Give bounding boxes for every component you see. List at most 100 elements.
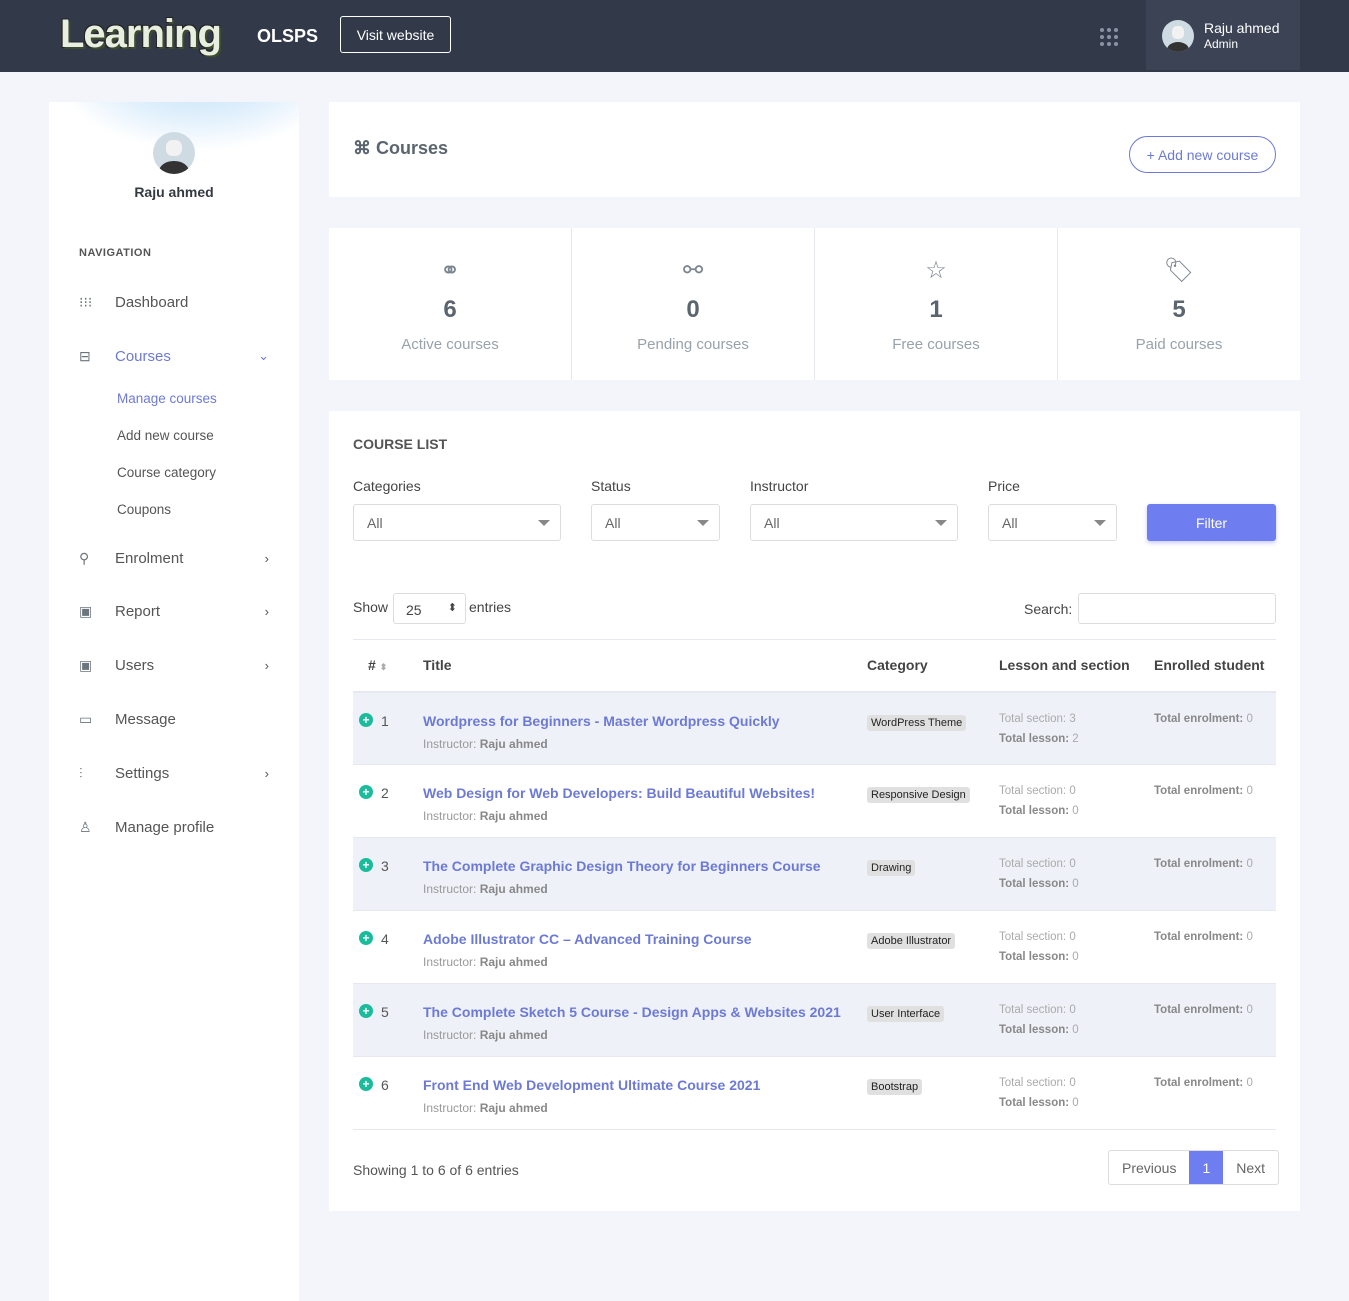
add-new-course-button[interactable]: + Add new course bbox=[1129, 136, 1276, 173]
sidebar-item-manage-profile[interactable]: ♙ Manage profile bbox=[79, 815, 269, 839]
row-number: 4 bbox=[381, 931, 389, 947]
table-row: +1 Wordpress for Beginners - Master Word… bbox=[353, 691, 1276, 765]
table-info: Showing 1 to 6 of 6 entries bbox=[353, 1162, 519, 1178]
lesson-count: Total lesson: 0 bbox=[999, 878, 1079, 890]
sidebar-item-message[interactable]: ▭ Message bbox=[79, 707, 269, 731]
sidebar-item-label: Courses bbox=[115, 347, 171, 365]
instructor: Instructor: Raju ahmed bbox=[423, 955, 548, 969]
sidebar-item-label: Report bbox=[115, 602, 161, 620]
course-list-card: COURSE LIST Categories All Status All Instru… bbox=[329, 411, 1300, 1211]
course-title-link[interactable]: The Complete Sketch 5 Course - Design Ap… bbox=[423, 1004, 867, 1020]
col-enrolled[interactable]: Enrolled student bbox=[1154, 639, 1276, 693]
expand-row-icon[interactable]: + bbox=[359, 1004, 373, 1018]
sidebar-item-label: Enrolment bbox=[115, 549, 184, 567]
logo[interactable]: Learning bbox=[60, 12, 222, 57]
stat-icon: ⚯ bbox=[682, 257, 704, 284]
sidebar-item-courses[interactable]: ⊟ Courses ⌄ bbox=[79, 344, 269, 368]
instructor: Instructor: Raju ahmed bbox=[423, 736, 548, 751]
filter-select[interactable]: All bbox=[750, 504, 958, 541]
lesson-count: Total lesson: 2 bbox=[999, 732, 1079, 745]
visit-website-button[interactable]: Visit website bbox=[340, 16, 451, 53]
filter-label: Status bbox=[591, 478, 631, 494]
section-count: Total section: 0 bbox=[999, 785, 1076, 797]
expand-row-icon[interactable]: + bbox=[359, 931, 373, 945]
enrolment-icon: ⚲ bbox=[79, 549, 90, 566]
expand-row-icon[interactable]: + bbox=[359, 785, 373, 799]
next-button[interactable]: Next bbox=[1223, 1151, 1278, 1184]
courses-icon: ⊟ bbox=[79, 347, 91, 364]
table-row: +2 Web Design for Web Developers: Build … bbox=[353, 764, 1276, 838]
filter-label: Instructor bbox=[750, 478, 809, 494]
apps-grid-icon[interactable] bbox=[1100, 28, 1118, 46]
category-badge: User Interface bbox=[867, 1006, 945, 1022]
enrolment-count: Total enrolment: 0 bbox=[1154, 1077, 1253, 1089]
col-number[interactable]: # ⬍ bbox=[353, 639, 423, 693]
instructor: Instructor: Raju ahmed bbox=[423, 809, 548, 823]
sidebar-item-label: Settings bbox=[115, 764, 170, 782]
chevron-icon: › bbox=[264, 550, 269, 566]
user-menu[interactable]: Raju ahmed Admin bbox=[1146, 0, 1300, 70]
sidebar-item-dashboard[interactable]: ⁝⁝⁝ Dashboard bbox=[79, 290, 269, 314]
expand-row-icon[interactable]: + bbox=[359, 712, 373, 727]
chevron-icon: › bbox=[264, 657, 269, 673]
submenu-item[interactable]: Coupons bbox=[117, 502, 171, 517]
sidebar-user-name: Raju ahmed bbox=[134, 184, 214, 200]
section-count: Total section: 0 bbox=[999, 858, 1076, 870]
filter-select[interactable]: All bbox=[353, 504, 561, 541]
instructor: Instructor: Raju ahmed bbox=[423, 882, 548, 896]
table-row: +6 Front End Web Development Ultimate Co… bbox=[353, 1056, 1276, 1130]
dashboard-icon: ⁝⁝⁝ bbox=[79, 293, 93, 310]
filter-select[interactable]: All bbox=[591, 504, 720, 541]
sidebar-item-enrolment[interactable]: ⚲ Enrolment › bbox=[79, 546, 269, 570]
submenu-item[interactable]: Add new course bbox=[117, 428, 214, 443]
course-title-link[interactable]: Wordpress for Beginners - Master Wordpre… bbox=[423, 713, 867, 729]
chevron-icon: › bbox=[264, 765, 269, 781]
search-input[interactable] bbox=[1078, 593, 1276, 624]
filter-label: Categories bbox=[353, 478, 421, 494]
stat-label: Active courses bbox=[401, 336, 499, 353]
filter-button[interactable]: Filter bbox=[1147, 504, 1276, 541]
entries-select[interactable]: 25 bbox=[393, 593, 466, 624]
sidebar-avatar bbox=[153, 132, 195, 174]
sidebar-item-label: Manage profile bbox=[115, 818, 215, 836]
submenu-item[interactable]: Course category bbox=[117, 465, 216, 480]
course-title-link[interactable]: Adobe Illustrator CC – Advanced Training… bbox=[423, 931, 867, 947]
expand-row-icon[interactable]: + bbox=[359, 858, 373, 872]
section-count: Total section: 0 bbox=[999, 931, 1076, 943]
course-title-link[interactable]: The Complete Graphic Design Theory for B… bbox=[423, 858, 867, 874]
course-title-link[interactable]: Web Design for Web Developers: Build Bea… bbox=[423, 785, 867, 801]
col-lesson-section[interactable]: Lesson and section bbox=[999, 639, 1154, 693]
command-icon: ⌘ bbox=[353, 138, 371, 158]
sidebar: Raju ahmed NAVIGATION ⁝⁝⁝ Dashboard ⊟ Cours… bbox=[49, 102, 299, 1301]
settings-icon: ⫶ bbox=[79, 764, 83, 781]
row-number: 3 bbox=[381, 858, 389, 874]
search-label: Search: bbox=[1024, 601, 1073, 617]
table-row: +5 The Complete Sketch 5 Course - Design… bbox=[353, 983, 1276, 1057]
avatar bbox=[1162, 20, 1194, 52]
page-title-text: Courses bbox=[376, 138, 449, 158]
top-bar: Learning OLSPS Visit website Raju ahmed … bbox=[0, 0, 1349, 72]
expand-row-icon[interactable]: + bbox=[359, 1077, 373, 1091]
sidebar-item-settings[interactable]: ⫶ Settings › bbox=[79, 761, 269, 785]
users-icon: ▣ bbox=[79, 656, 93, 673]
sidebar-item-users[interactable]: ▣ Users › bbox=[79, 653, 269, 677]
sidebar-item-report[interactable]: ▣ Report › bbox=[79, 599, 269, 623]
enrolment-count: Total enrolment: 0 bbox=[1154, 858, 1253, 870]
enrolment-count: Total enrolment: 0 bbox=[1154, 1004, 1253, 1016]
submenu-item[interactable]: Manage courses bbox=[117, 391, 217, 406]
table-row: +3 The Complete Graphic Design Theory fo… bbox=[353, 837, 1276, 911]
previous-button[interactable]: Previous bbox=[1109, 1151, 1189, 1184]
stat-tile: 🏷 5 Paid courses bbox=[1058, 228, 1300, 380]
course-list-heading: COURSE LIST bbox=[353, 436, 448, 452]
course-title-link[interactable]: Front End Web Development Ultimate Cours… bbox=[423, 1077, 867, 1093]
category-badge: Adobe Illustrator bbox=[867, 933, 956, 949]
stat-icon: ⚭ bbox=[439, 257, 461, 284]
page-1-button[interactable]: 1 bbox=[1189, 1151, 1224, 1184]
lesson-count: Total lesson: 0 bbox=[999, 1024, 1079, 1036]
col-title[interactable]: Title bbox=[423, 639, 867, 693]
filter-select[interactable]: All bbox=[988, 504, 1117, 541]
report-icon: ▣ bbox=[79, 602, 93, 619]
stat-tile: ⚯ 0 Pending courses bbox=[572, 228, 815, 380]
col-category[interactable]: Category bbox=[867, 639, 999, 693]
row-number: 2 bbox=[381, 785, 389, 801]
